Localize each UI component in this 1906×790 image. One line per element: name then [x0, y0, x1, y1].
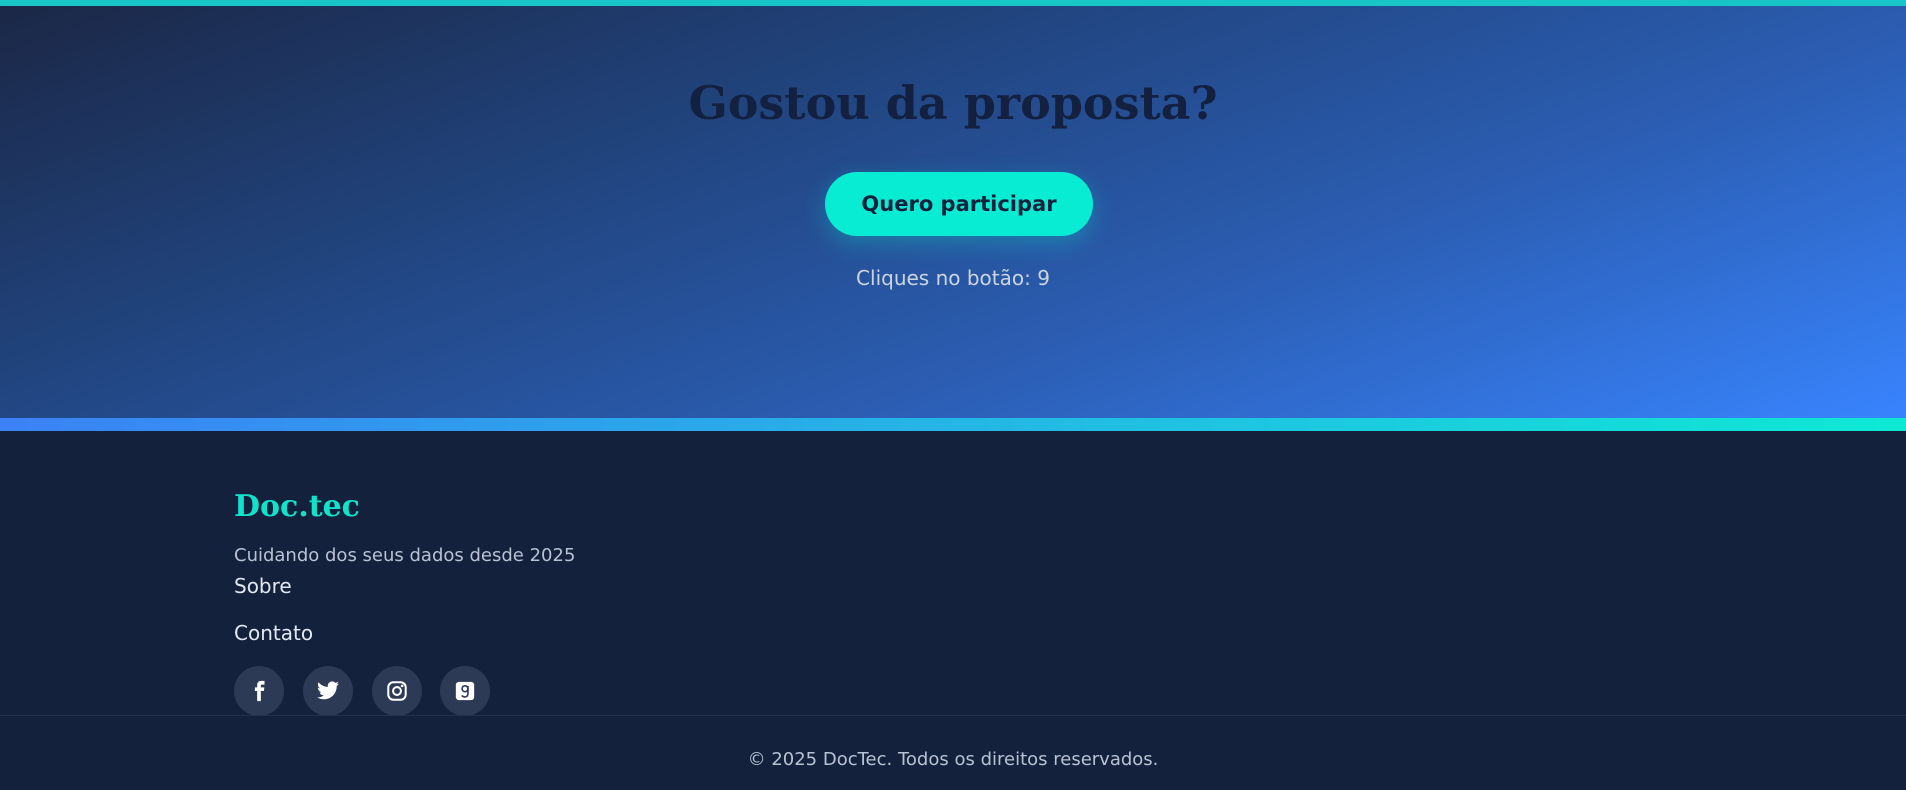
instagram-icon — [386, 680, 408, 702]
footer-divider — [0, 715, 1906, 716]
cta-title: Gostou da proposta? — [688, 76, 1218, 130]
instagram-button[interactable] — [372, 666, 422, 716]
goodreads-icon — [454, 680, 476, 702]
goodreads-button[interactable] — [440, 666, 490, 716]
footer-brand-logo[interactable]: Doc.tec — [234, 489, 360, 524]
cta-section: Gostou da proposta? Quero participar Cli… — [0, 6, 1906, 418]
twitter-icon — [316, 679, 340, 703]
gradient-divider — [0, 418, 1906, 431]
facebook-icon — [248, 680, 270, 702]
copyright-text: © 2025 DocTec. Todos os direitos reserva… — [747, 749, 1159, 770]
site-footer: Doc.tec Cuidando dos seus dados desde 20… — [0, 431, 1906, 790]
twitter-button[interactable] — [303, 666, 353, 716]
facebook-button[interactable] — [234, 666, 284, 716]
footer-link-contato[interactable]: Contato — [234, 621, 313, 645]
join-button[interactable]: Quero participar — [825, 172, 1093, 236]
click-counter-text: Cliques no botão: 9 — [856, 266, 1050, 290]
footer-tagline: Cuidando dos seus dados desde 2025 — [234, 545, 576, 566]
footer-link-sobre[interactable]: Sobre — [234, 574, 292, 598]
